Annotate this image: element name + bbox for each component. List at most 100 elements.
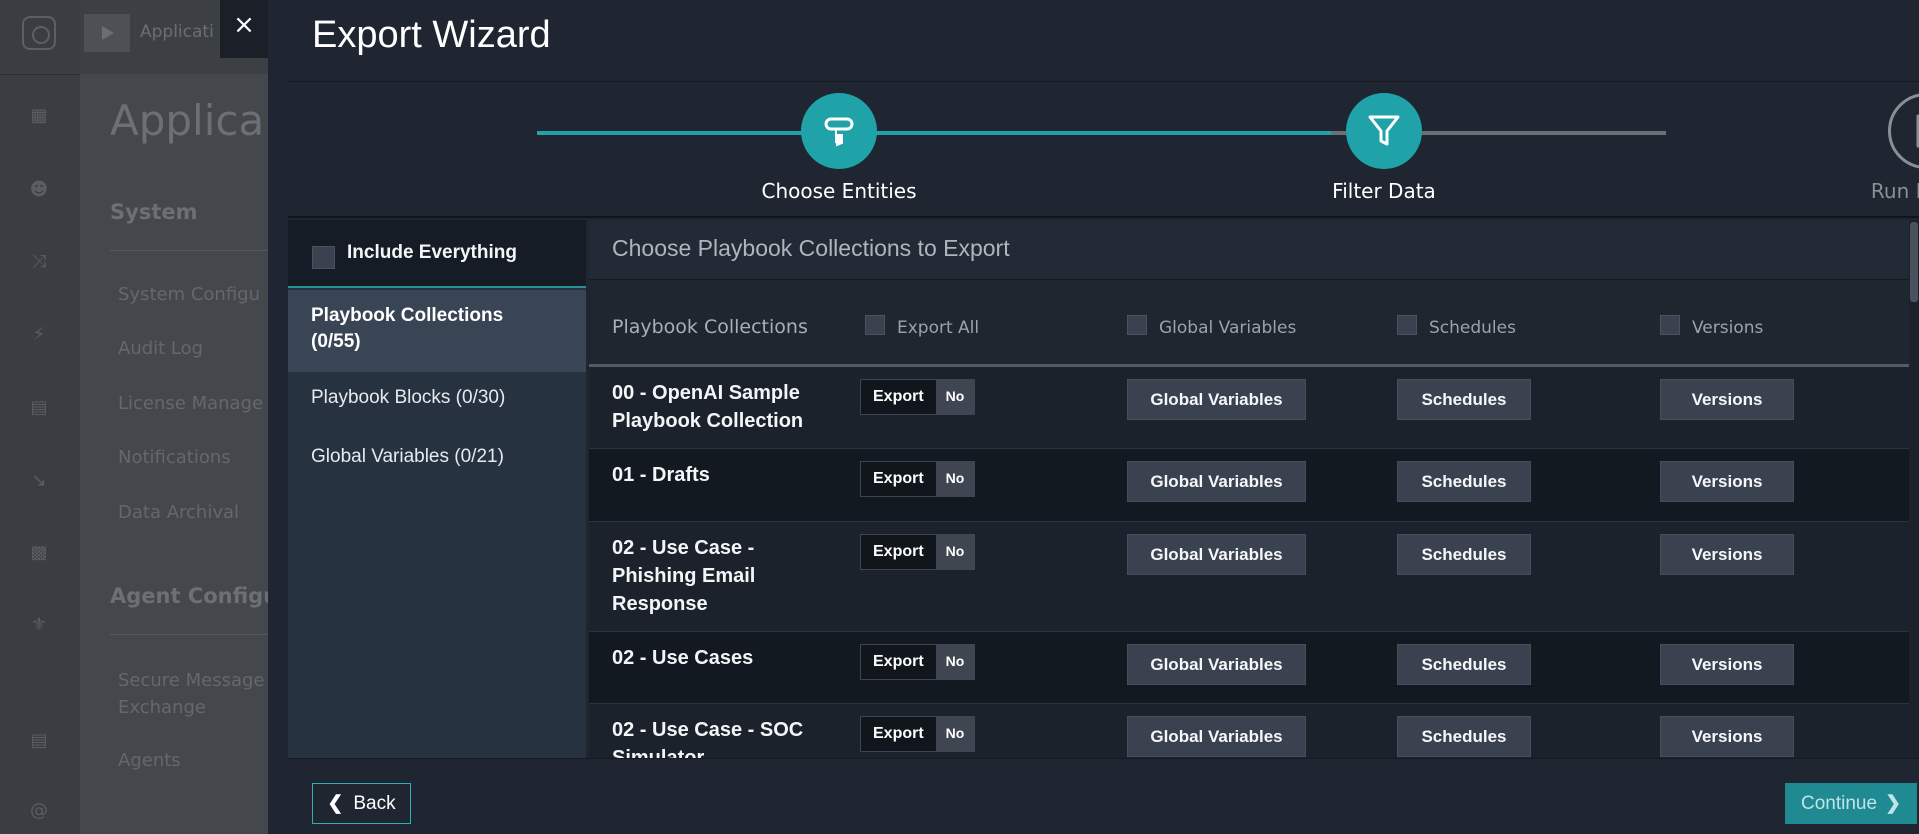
versions-button[interactable]: Versions — [1660, 716, 1794, 757]
global-variables-header-label: Global Variables — [1159, 318, 1297, 338]
schedules-header-label: Schedules — [1429, 318, 1516, 338]
back-button[interactable]: ❮ Back — [312, 783, 411, 824]
apps-icon[interactable]: ▩ — [28, 542, 50, 564]
app-logo-icon[interactable] — [22, 16, 56, 50]
background-section-agent: Agent Configu — [110, 584, 270, 608]
hand-pointer-icon — [824, 117, 854, 147]
back-label: Back — [353, 793, 396, 814]
export-toggle-on[interactable]: Export — [861, 462, 936, 496]
chevron-right-icon: ❯ — [1885, 793, 1901, 814]
entity-category-panel: Include Everything Playbook Collections … — [288, 220, 586, 758]
schedules-button[interactable]: Schedules — [1397, 461, 1531, 502]
background-menu-item[interactable]: Notifications — [118, 444, 231, 471]
background-menu-item[interactable]: Secure Message Exchange — [118, 667, 265, 721]
background-menu-item[interactable]: Audit Log — [118, 335, 203, 362]
step-run-export[interactable] — [1888, 93, 1919, 169]
panel-scrollbar[interactable] — [1909, 220, 1919, 758]
schedules-button[interactable]: Schedules — [1397, 379, 1531, 420]
export-toggle-on[interactable]: Export — [861, 645, 936, 679]
background-section-system: System — [110, 200, 198, 224]
export-toggle-off[interactable]: No — [935, 717, 975, 751]
include-everything-label: Include Everything — [347, 242, 517, 263]
users-icon[interactable]: ☻ — [28, 179, 50, 201]
shuffle-icon[interactable]: ⤨ — [28, 251, 50, 273]
schedules-button[interactable]: Schedules — [1397, 534, 1531, 575]
global-variables-button[interactable]: Global Variables — [1127, 534, 1306, 575]
panel-title: Choose Playbook Collections to Export — [612, 235, 1010, 261]
export-toggle[interactable]: Export No — [860, 716, 976, 752]
versions-all-checkbox[interactable] — [1660, 315, 1680, 335]
close-wizard-button[interactable]: × — [220, 0, 268, 58]
export-toggle-off[interactable]: No — [935, 535, 975, 569]
clipboard-icon[interactable]: ▤ — [28, 730, 50, 752]
nav-item-playbook-collections[interactable]: Playbook Collections (0/55) — [288, 290, 586, 372]
schedules-button[interactable]: Schedules — [1397, 716, 1531, 757]
versions-button[interactable]: Versions — [1660, 644, 1794, 685]
scrollbar-thumb[interactable] — [1910, 222, 1918, 302]
briefcase-icon[interactable]: ▤ — [28, 397, 50, 419]
dashboard-icon[interactable]: ▦ — [28, 105, 50, 127]
divider — [110, 634, 270, 635]
panel-title-bar: Choose Playbook Collections to Export — [589, 220, 1909, 280]
export-toggle-on[interactable]: Export — [861, 535, 936, 569]
global-variables-button[interactable]: Global Variables — [1127, 379, 1306, 420]
include-everything-row[interactable]: Include Everything — [288, 220, 586, 288]
table-header: Playbook Collections Export All Global V… — [589, 280, 1909, 367]
export-toggle-off[interactable]: No — [935, 462, 975, 496]
continue-label: Continue — [1801, 793, 1878, 814]
chevron-left-icon: ❮ — [327, 793, 344, 814]
column-versions[interactable]: Versions — [1660, 315, 1763, 338]
export-toggle-off[interactable]: No — [935, 645, 975, 679]
table-row: 00 - OpenAI Sample Playbook Collection E… — [589, 367, 1909, 449]
global-variables-button[interactable]: Global Variables — [1127, 716, 1306, 757]
play-icon — [1916, 114, 1919, 148]
wizard-title: Export Wizard — [312, 14, 551, 56]
export-toggle[interactable]: Export No — [860, 644, 976, 680]
background-menu-item[interactable]: System Configu — [118, 281, 260, 308]
export-toggle-on[interactable]: Export — [861, 717, 936, 751]
chart-icon[interactable]: ↘ — [28, 470, 50, 492]
wizard-footer: ❮ Back Continue ❯ — [288, 758, 1919, 834]
step-label-filter-data: Filter Data — [1332, 179, 1436, 203]
export-toggle[interactable]: Export No — [860, 379, 976, 415]
background-menu-item[interactable]: License Manage — [118, 390, 263, 417]
table-row: 02 - Use Cases Export No Global Variable… — [589, 632, 1909, 704]
collection-name: 00 - OpenAI Sample Playbook Collection — [612, 382, 804, 432]
global-variables-all-checkbox[interactable] — [1127, 315, 1147, 335]
export-toggle[interactable]: Export No — [860, 534, 976, 570]
schedules-all-checkbox[interactable] — [1397, 315, 1417, 335]
divider — [110, 250, 270, 251]
close-icon: × — [233, 10, 255, 40]
nav-item-playbook-blocks[interactable]: Playbook Blocks (0/30) — [288, 385, 586, 425]
nav-item-global-variables[interactable]: Global Variables (0/21) — [288, 444, 586, 484]
background-menu-item[interactable]: Agents — [118, 747, 181, 774]
continue-button[interactable]: Continue ❯ — [1785, 783, 1917, 824]
background-menu-item[interactable]: Data Archival — [118, 499, 239, 526]
background-tab-title[interactable]: Applicati — [140, 22, 214, 42]
at-icon[interactable]: @ — [28, 800, 50, 822]
collection-name: 01 - Drafts — [612, 464, 710, 486]
column-export-all[interactable]: Export All — [865, 315, 979, 338]
bolt-icon[interactable]: ⚡ — [28, 324, 50, 346]
versions-button[interactable]: Versions — [1660, 461, 1794, 502]
export-toggle-off[interactable]: No — [935, 380, 975, 414]
schedules-button[interactable]: Schedules — [1397, 644, 1531, 685]
wizard-header: Export Wizard — [288, 0, 1919, 82]
versions-button[interactable]: Versions — [1660, 379, 1794, 420]
export-toggle[interactable]: Export No — [860, 461, 976, 497]
wizard-stepper: Choose Entities Filter Data Run Export — [288, 83, 1919, 218]
step-choose-entities[interactable] — [801, 93, 877, 169]
export-toggle-on[interactable]: Export — [861, 380, 936, 414]
tab-expand-button[interactable] — [84, 14, 130, 52]
column-schedules[interactable]: Schedules — [1397, 315, 1516, 338]
step-filter-data[interactable] — [1346, 93, 1422, 169]
versions-button[interactable]: Versions — [1660, 534, 1794, 575]
include-everything-checkbox[interactable] — [312, 246, 335, 269]
shield-icon[interactable]: ⚜ — [28, 614, 50, 636]
column-global-variables[interactable]: Global Variables — [1127, 315, 1297, 338]
global-variables-button[interactable]: Global Variables — [1127, 461, 1306, 502]
playbook-collections-panel: Choose Playbook Collections to Export Pl… — [589, 220, 1919, 758]
global-variables-button[interactable]: Global Variables — [1127, 644, 1306, 685]
export-all-checkbox[interactable] — [865, 315, 885, 335]
table-row: 02 - Use Case - SOC Simulator Export No … — [589, 704, 1909, 758]
